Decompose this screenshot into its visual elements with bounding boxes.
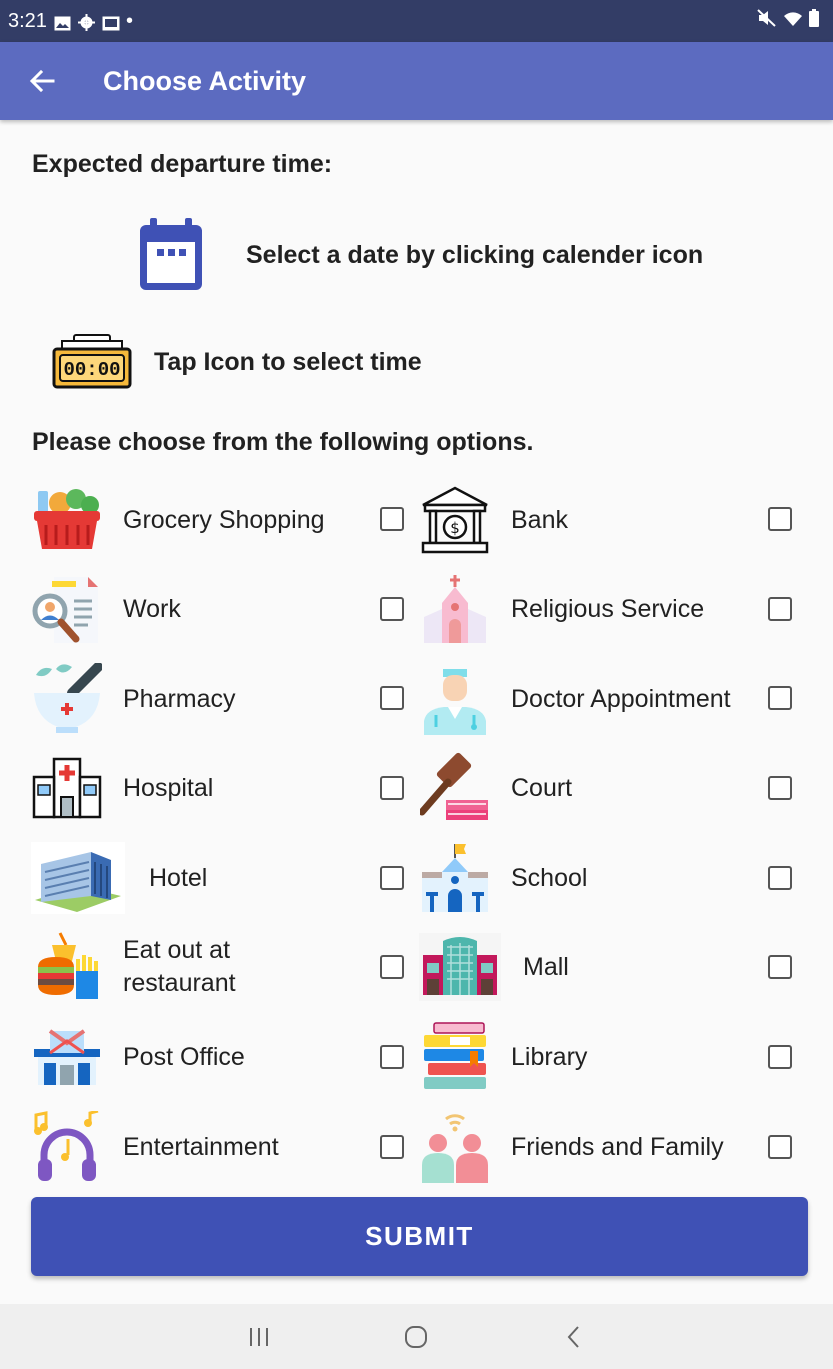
- checkbox-mall[interactable]: [768, 955, 792, 979]
- option-library[interactable]: Library: [419, 1012, 736, 1102]
- option-label: Hotel: [149, 863, 208, 892]
- submit-button[interactable]: SUBMIT: [31, 1197, 808, 1276]
- status-dot: •: [125, 9, 133, 32]
- option-doctor-appointment[interactable]: Doctor Appointment: [419, 654, 736, 744]
- option-label: Post Office: [123, 1042, 245, 1071]
- date-hint: Select a date by clicking calender icon: [246, 240, 704, 269]
- checkbox-court[interactable]: [768, 776, 792, 800]
- checkbox-library[interactable]: [768, 1045, 792, 1069]
- wifi-icon: [783, 10, 803, 33]
- option-bank[interactable]: $ Bank: [419, 475, 736, 565]
- date-row: Select a date by clicking calender icon: [138, 218, 703, 292]
- option-eat-out[interactable]: Eat out at restaurant: [31, 922, 348, 1012]
- option-label: Entertainment: [123, 1132, 279, 1161]
- grocery-basket-icon: [31, 484, 103, 556]
- option-court[interactable]: Court: [419, 743, 736, 833]
- options-label: Please choose from the following options…: [32, 428, 534, 456]
- checkbox-pharmacy[interactable]: [380, 686, 404, 710]
- option-hospital[interactable]: Hospital: [31, 743, 348, 833]
- books-icon: [419, 1021, 491, 1093]
- battery-icon: [809, 9, 819, 33]
- headphones-icon: [31, 1111, 103, 1183]
- option-label: Hospital: [123, 773, 214, 802]
- recent-apps-button[interactable]: [229, 1312, 289, 1362]
- checkbox-doctor-appointment[interactable]: [768, 686, 792, 710]
- svg-text:$: $: [450, 519, 460, 537]
- option-label: School: [511, 863, 588, 892]
- home-button[interactable]: [386, 1312, 446, 1362]
- departure-label: Expected departure time:: [32, 150, 333, 178]
- checkbox-work[interactable]: [380, 597, 404, 621]
- option-religious-service[interactable]: Religious Service: [419, 564, 736, 654]
- church-icon: [419, 573, 491, 645]
- nav-back-button[interactable]: [544, 1312, 604, 1362]
- option-post-office[interactable]: Post Office: [31, 1012, 348, 1102]
- checkbox-friends-family[interactable]: [768, 1135, 792, 1159]
- mute-icon: [757, 9, 777, 33]
- mall-icon: [419, 931, 501, 1003]
- friends-family-icon: [419, 1111, 491, 1183]
- clock-text: 00:00: [63, 359, 120, 381]
- status-bar: 3:21 •: [0, 0, 833, 42]
- option-pharmacy[interactable]: Pharmacy: [31, 654, 348, 744]
- checkbox-grocery-shopping[interactable]: [380, 507, 404, 531]
- chevron-left-icon: [567, 1325, 579, 1348]
- option-label: Religious Service: [511, 594, 705, 623]
- calendar-button[interactable]: [138, 218, 204, 292]
- option-label: Eat out at restaurant: [123, 936, 236, 997]
- status-time: 3:21: [8, 9, 47, 32]
- option-label: Grocery Shopping: [123, 505, 325, 534]
- option-entertainment[interactable]: Entertainment: [31, 1102, 348, 1192]
- time-hint: Tap Icon to select time: [154, 347, 422, 376]
- home-icon: [405, 1325, 428, 1348]
- system-nav-bar: [0, 1304, 833, 1369]
- post-office-icon: [31, 1021, 103, 1093]
- image-notification-icon: [102, 14, 120, 30]
- checkbox-religious-service[interactable]: [768, 597, 792, 621]
- bank-icon: $: [419, 484, 491, 556]
- time-row: 00:00 Tap Icon to select time: [52, 333, 422, 391]
- checkbox-eat-out[interactable]: [380, 955, 404, 979]
- option-label: Mall: [523, 952, 569, 981]
- calendar-icon: [140, 218, 202, 290]
- option-work[interactable]: Work: [31, 564, 348, 654]
- option-label: Work: [123, 594, 181, 623]
- time-picker-button[interactable]: 00:00: [52, 333, 132, 391]
- back-button[interactable]: [16, 55, 68, 107]
- checkbox-hotel[interactable]: [380, 866, 404, 890]
- hospital-icon: [31, 752, 103, 824]
- work-resume-icon: [31, 573, 103, 645]
- checkbox-post-office[interactable]: [380, 1045, 404, 1069]
- option-grocery-shopping[interactable]: Grocery Shopping: [31, 475, 348, 565]
- recent-apps-icon: [249, 1327, 268, 1346]
- option-school[interactable]: School: [419, 833, 736, 923]
- option-mall[interactable]: Mall: [419, 922, 723, 1012]
- gallery-notification-icon: [54, 14, 71, 30]
- mortar-pestle-icon: [31, 663, 103, 735]
- school-icon: [419, 842, 491, 914]
- option-label: Doctor Appointment: [511, 684, 731, 713]
- checkbox-school[interactable]: [768, 866, 792, 890]
- option-label: Bank: [511, 505, 568, 534]
- hotel-building-icon: [31, 842, 125, 914]
- arrow-back-icon: [29, 69, 55, 93]
- page-title: Choose Activity: [103, 65, 307, 96]
- doctor-icon: [419, 663, 491, 735]
- checkbox-entertainment[interactable]: [380, 1135, 404, 1159]
- settings-notification-icon: [77, 13, 95, 31]
- option-label: Pharmacy: [123, 684, 236, 713]
- option-hotel[interactable]: Hotel: [31, 833, 349, 923]
- option-label: Library: [511, 1042, 588, 1071]
- checkbox-bank[interactable]: [768, 507, 792, 531]
- checkbox-hospital[interactable]: [380, 776, 404, 800]
- option-label: Court: [511, 773, 573, 802]
- app-bar: Choose Activity: [0, 42, 833, 120]
- option-friends-family[interactable]: Friends and Family: [419, 1102, 736, 1192]
- digital-clock-icon: 00:00: [52, 334, 132, 389]
- option-label: Friends and Family: [511, 1132, 724, 1161]
- fast-food-icon: [31, 931, 103, 1003]
- gavel-icon: [419, 752, 491, 824]
